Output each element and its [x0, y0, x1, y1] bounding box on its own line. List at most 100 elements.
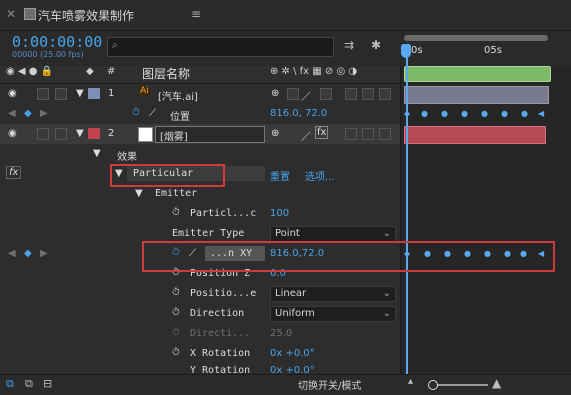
quality-switch-icon[interactable]: ／ — [301, 88, 311, 103]
work-area-bar[interactable] — [404, 66, 551, 82]
adjustment-switch[interactable] — [362, 88, 374, 100]
playhead-handle[interactable] — [401, 44, 411, 58]
next-keyframe-icon[interactable]: ▶ — [40, 108, 48, 119]
keyframe-icon[interactable]: ◀ — [538, 109, 544, 118]
reset-link[interactable]: 重置 — [270, 168, 290, 183]
layer-row-1[interactable]: ◉ ▼ 1 Ai [汽车.ai] ⊕ ／ — [0, 84, 400, 105]
layer-2-duration-bar[interactable] — [404, 126, 546, 144]
keyframe-icon[interactable]: ● — [501, 109, 508, 118]
fx-icon[interactable]: fx — [6, 166, 22, 179]
expand-arrow-icon[interactable]: ▼ — [93, 148, 101, 159]
3d-switch[interactable] — [379, 128, 391, 140]
lock-switch[interactable] — [55, 88, 67, 100]
keyframe-icon[interactable]: ● — [481, 109, 488, 118]
search-input[interactable] — [107, 37, 334, 57]
in-out-panel-icon[interactable]: ⊟ — [43, 377, 52, 390]
zoom-in-icon[interactable]: ▲ — [492, 376, 501, 390]
position-subframe-label: Positio...e — [190, 288, 257, 299]
stopwatch-icon[interactable]: ⏱ — [172, 207, 180, 218]
stopwatch-icon[interactable]: ⏱ — [172, 307, 180, 318]
adjustment-switch[interactable] — [362, 128, 374, 140]
effect-switch[interactable] — [320, 88, 332, 100]
stopwatch-icon[interactable]: ⏱ — [132, 107, 140, 118]
zoom-slider-track[interactable] — [430, 384, 488, 386]
effects-label: 效果 — [117, 152, 137, 163]
keyframe-icon[interactable]: ● — [521, 109, 528, 118]
timeline-graph-area[interactable] — [400, 31, 571, 374]
position-label: 位置 — [170, 112, 190, 123]
graph-icon[interactable]: ⟋ — [149, 108, 156, 119]
property-row-particles[interactable]: ⏱ Particl...c 100 — [0, 204, 400, 225]
time-navigator[interactable] — [404, 35, 548, 41]
direction-dropdown[interactable]: Uniform ⌄ — [270, 306, 396, 322]
options-link[interactable]: 选项... — [305, 168, 335, 183]
shy-switch-icon[interactable]: ⊕ — [271, 88, 279, 99]
emitter-type-dropdown[interactable]: Point ⌄ — [270, 226, 396, 242]
stopwatch-icon: ⏱ — [172, 327, 180, 338]
label-color[interactable] — [88, 128, 100, 139]
toggle-switches-modes[interactable]: 切换开关/模式 — [298, 377, 361, 392]
particles-value[interactable]: 100 — [270, 208, 289, 219]
3d-switch[interactable] — [379, 88, 391, 100]
draft-3d-icon[interactable]: ✱ — [371, 38, 381, 52]
frame-rate-label: 00000 (25.00 fps) — [12, 50, 84, 59]
expand-arrow-icon[interactable]: ▼ — [76, 128, 84, 139]
position-subframe-dropdown[interactable]: Linear ⌄ — [270, 286, 396, 302]
motion-blur-switch[interactable] — [345, 128, 357, 140]
quality-switch-icon[interactable]: ／ — [301, 128, 311, 143]
current-time-indicator[interactable] — [406, 44, 408, 374]
highlight-box-particular — [110, 164, 225, 187]
stopwatch-icon[interactable]: ⏱ — [172, 287, 180, 298]
next-keyframe-icon[interactable]: ▶ — [40, 248, 48, 259]
expand-arrow-icon[interactable]: ▼ — [76, 88, 84, 99]
solo-switch[interactable] — [37, 88, 49, 100]
emitter-type-value: Point — [275, 228, 300, 239]
comp-flowchart-icon[interactable]: ⇉ — [344, 38, 354, 52]
emitter-type-label: Emitter Type — [172, 228, 245, 239]
zoom-slider-knob[interactable] — [428, 380, 438, 390]
layer-row-2[interactable]: ◉ ▼ 2 [烟雾] ⊕ ／ fx — [0, 124, 400, 145]
add-keyframe-icon[interactable]: ◆ — [24, 108, 32, 119]
layer-1-duration-bar[interactable] — [404, 86, 549, 104]
label-color[interactable] — [88, 88, 100, 99]
solo-switch[interactable] — [37, 128, 49, 140]
lock-switch[interactable] — [55, 128, 67, 140]
add-keyframe-icon[interactable]: ◆ — [24, 248, 32, 259]
property-row-x-rotation[interactable]: ⏱ X Rotation 0x +0.0° — [0, 344, 400, 365]
keyframe-icon[interactable]: ● — [461, 109, 468, 118]
layer-name[interactable]: [汽车.ai] — [158, 88, 198, 103]
panel-title[interactable]: 汽车喷雾效果制作 — [38, 7, 134, 24]
keyframe-icon[interactable]: ● — [421, 109, 428, 118]
current-time-display[interactable]: 0:00:00:00 — [12, 33, 102, 51]
emitter-group-row[interactable]: ▼ Emitter — [0, 184, 400, 205]
expand-arrow-icon[interactable]: ▼ — [135, 188, 143, 199]
chevron-down-icon: ⌄ — [382, 308, 391, 319]
panel-menu-icon[interactable]: ≡ — [191, 7, 201, 21]
layer-switches-icon[interactable]: ⧉ — [6, 377, 14, 391]
motion-blur-switch[interactable] — [345, 88, 357, 100]
fx-switch-icon[interactable]: fx — [315, 126, 329, 139]
x-rotation-value[interactable]: 0x +0.0° — [270, 348, 315, 359]
prev-keyframe-icon[interactable]: ◀ — [8, 108, 16, 119]
direction-spread-label: Directi... — [190, 328, 251, 339]
layer-name[interactable]: [烟雾] — [160, 128, 188, 143]
label-tag-icon: ◆ — [86, 66, 94, 77]
property-row-position-subframe[interactable]: ⏱ Positio...e Linear ⌄ — [0, 284, 400, 305]
stopwatch-icon[interactable]: ⏱ — [172, 347, 180, 358]
property-row-direction[interactable]: ⏱ Direction Uniform ⌄ — [0, 304, 400, 325]
shy-switch-icon[interactable]: ⊕ — [271, 128, 279, 139]
position-value[interactable]: 816.0, 72.0 — [270, 108, 327, 119]
switches-header-icons: ⊕ ✲ \ fx ▦ ⊘ ◎ ◑ — [270, 66, 358, 77]
eye-icon[interactable]: ◉ — [8, 128, 17, 139]
zoom-out-icon[interactable]: ▴ — [408, 376, 413, 387]
layer-name-header[interactable]: 图层名称 — [142, 65, 190, 82]
property-row-position[interactable]: ◀ ◆ ▶ ⏱ ⟋ 位置 816.0, 72.0 — [0, 104, 400, 125]
keyframe-icon[interactable]: ● — [441, 109, 448, 118]
chevron-down-icon: ⌄ — [382, 288, 391, 299]
eye-icon[interactable]: ◉ — [8, 88, 17, 99]
collapse-switch[interactable] — [287, 88, 299, 100]
prev-keyframe-icon[interactable]: ◀ — [8, 248, 16, 259]
effects-group-row[interactable]: ▼ 效果 — [0, 144, 400, 165]
close-icon[interactable]: ✕ — [6, 7, 16, 21]
transfer-controls-icon[interactable]: ⧉ — [25, 377, 33, 391]
